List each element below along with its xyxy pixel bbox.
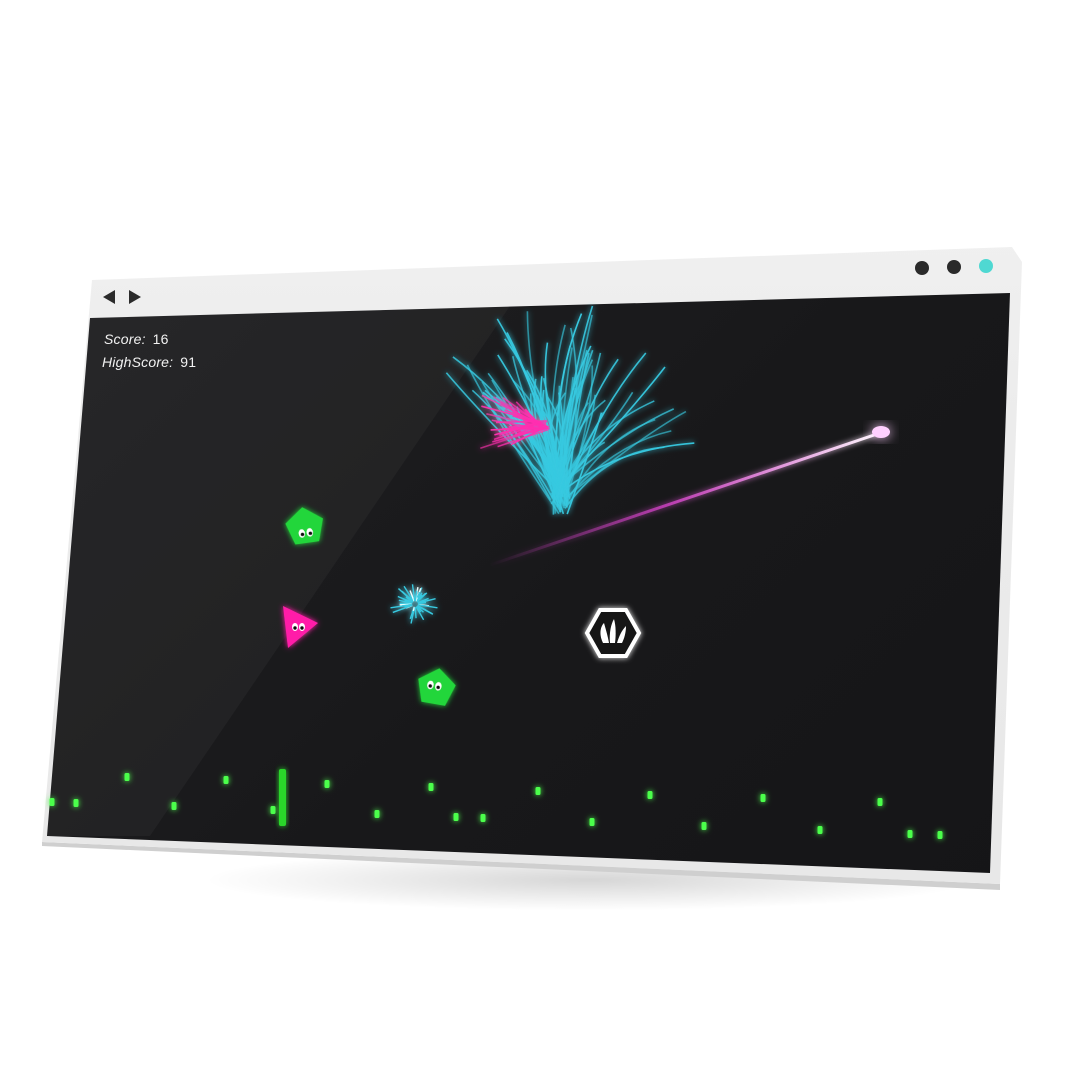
arrow-left-icon[interactable]	[103, 290, 115, 304]
hexagon-sprout-icon[interactable]	[584, 608, 642, 658]
highscore-value: 91	[180, 354, 197, 370]
window-dot-3[interactable]	[979, 259, 993, 273]
score-label: Score:	[104, 331, 146, 347]
highscore-label: HighScore:	[102, 354, 174, 370]
window-dot-1[interactable]	[915, 261, 929, 275]
score-display: Score: 16	[104, 331, 169, 347]
highscore-display: HighScore: 91	[102, 354, 196, 370]
score-value: 16	[152, 331, 169, 347]
window-dot-2[interactable]	[947, 260, 961, 274]
arrow-right-icon[interactable]	[129, 290, 141, 304]
